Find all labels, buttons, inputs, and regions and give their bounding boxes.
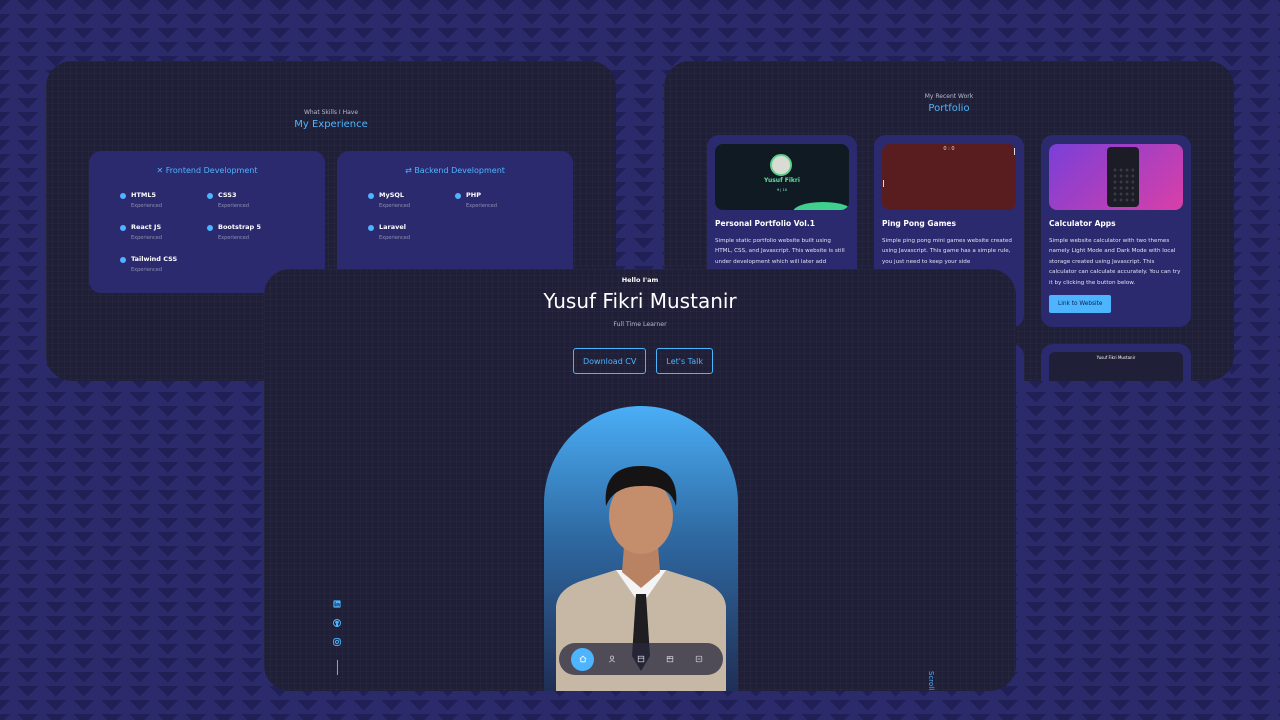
- nav-portfolio[interactable]: [658, 648, 681, 671]
- book-icon: [637, 655, 644, 663]
- hero-name: Yusuf Fikri Mustanir: [543, 289, 737, 313]
- check-icon: [120, 225, 126, 231]
- portfolio-card-title: Calculator Apps: [1049, 219, 1116, 228]
- paddle-left: [883, 180, 884, 187]
- preview-name: Yusuf Fikri Mustanir: [1096, 355, 1136, 360]
- nav-home[interactable]: [571, 647, 594, 671]
- code-icon: ✕: [156, 166, 164, 175]
- skill-item: MySQL Experienced: [368, 191, 455, 209]
- check-icon: [368, 193, 374, 199]
- hero-role: Full Time Learner: [613, 321, 667, 328]
- calculator-preview: [1107, 147, 1139, 207]
- check-icon: [207, 193, 213, 199]
- briefcase-icon: [666, 656, 673, 663]
- backend-title: ⇄ Backend Development: [405, 166, 505, 175]
- nav-about[interactable]: [600, 648, 623, 671]
- nav-contact[interactable]: [687, 648, 710, 671]
- social-links: [333, 600, 341, 675]
- link-to-website-button[interactable]: Link to Website: [1049, 295, 1112, 313]
- check-icon: [207, 225, 213, 231]
- linkedin-icon[interactable]: [333, 600, 341, 608]
- message-icon: [695, 655, 702, 663]
- experience-title: My Experience: [294, 119, 368, 130]
- skill-item: PHP Experienced: [455, 191, 542, 209]
- hero-panel: Hello I'am Yusuf Fikri Mustanir Full Tim…: [264, 269, 1016, 691]
- bottom-nav: [559, 643, 723, 675]
- portfolio-thumbnail: 0 : 0: [882, 144, 1016, 210]
- hero-greeting: Hello I'am: [621, 276, 659, 284]
- check-icon: [120, 257, 126, 263]
- server-icon: ⇄: [405, 166, 412, 175]
- portfolio-thumbnail: [1049, 144, 1183, 210]
- user-icon: [608, 655, 615, 663]
- skill-item: Bootstrap 5 Experienced: [207, 223, 294, 241]
- portfolio-card[interactable]: Yusuf Fikri Mustanir: [1041, 344, 1191, 381]
- social-divider: [336, 660, 338, 675]
- instagram-icon[interactable]: [333, 638, 341, 646]
- avatar: [770, 154, 792, 176]
- download-cv-button[interactable]: Download CV: [573, 348, 647, 374]
- lets-talk-button[interactable]: Let's Talk: [656, 348, 713, 374]
- scroll-down-link[interactable]: Scroll Down: [927, 671, 935, 691]
- thumb-wave: [793, 202, 849, 210]
- portfolio-title: Portfolio: [928, 103, 970, 114]
- skill-item: Tailwind CSS Experienced: [120, 255, 207, 273]
- hero-buttons: Download CV Let's Talk: [573, 348, 713, 374]
- experience-subtitle: What Skills I Have: [303, 109, 359, 116]
- home-icon: [579, 655, 586, 663]
- nav-experience[interactable]: [629, 648, 652, 671]
- github-icon[interactable]: [333, 619, 341, 627]
- skill-item: HTML5 Experienced: [120, 191, 207, 209]
- portfolio-subtitle: My Recent Work: [924, 93, 974, 100]
- skill-item: CSS3 Experienced: [207, 191, 294, 209]
- portfolio-card-title: Ping Pong Games: [882, 219, 956, 228]
- thumb-score: 0 : 0: [943, 146, 955, 152]
- check-icon: [368, 225, 374, 231]
- skill-item: React JS Experienced: [120, 223, 207, 241]
- portfolio-thumbnail: Yusuf Fikri 9 | 10: [715, 144, 849, 210]
- frontend-skill-list: HTML5 Experienced CSS3 Experienced React J…: [120, 191, 305, 273]
- thumb-name: Yusuf Fikri: [764, 177, 800, 184]
- frontend-title: ✕ Frontend Development: [156, 166, 258, 175]
- check-icon: [120, 193, 126, 199]
- portfolio-card-desc: Simple website calculator with two theme…: [1049, 238, 1181, 286]
- skill-item: Laravel Experienced: [368, 223, 455, 241]
- backend-skill-list: MySQL Experienced PHP Experienced Laravel E…: [368, 191, 553, 241]
- paddle-right: [1014, 148, 1015, 155]
- portfolio-card[interactable]: Calculator Apps Simple website calculato…: [1041, 135, 1191, 327]
- portfolio-card-title: Personal Portfolio Vol.1: [715, 219, 815, 228]
- check-icon: [455, 193, 461, 199]
